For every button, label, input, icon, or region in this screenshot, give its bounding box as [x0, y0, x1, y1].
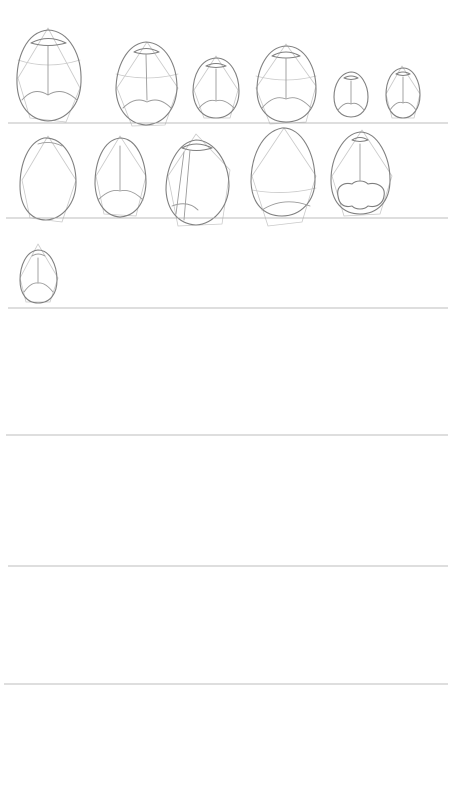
- egg-sketch: [330, 129, 393, 217]
- egg-sketch: [16, 27, 82, 123]
- egg-sketch: [94, 135, 147, 218]
- sketch-row-1: [16, 27, 421, 127]
- egg-sketch: [19, 135, 77, 223]
- sketch-page: [0, 0, 450, 800]
- sketch-row-2: [19, 127, 393, 227]
- egg-sketch: [165, 133, 231, 227]
- egg-sketch: [192, 55, 240, 119]
- egg-sketch: [385, 65, 421, 119]
- egg-sketch: [333, 71, 369, 118]
- sketch-row-3: [19, 243, 59, 304]
- egg-sketch: [115, 41, 179, 127]
- egg-sketch: [19, 243, 59, 304]
- egg-sketch: [250, 127, 317, 227]
- egg-sketch: [255, 43, 317, 125]
- empty-rows: [4, 434, 448, 685]
